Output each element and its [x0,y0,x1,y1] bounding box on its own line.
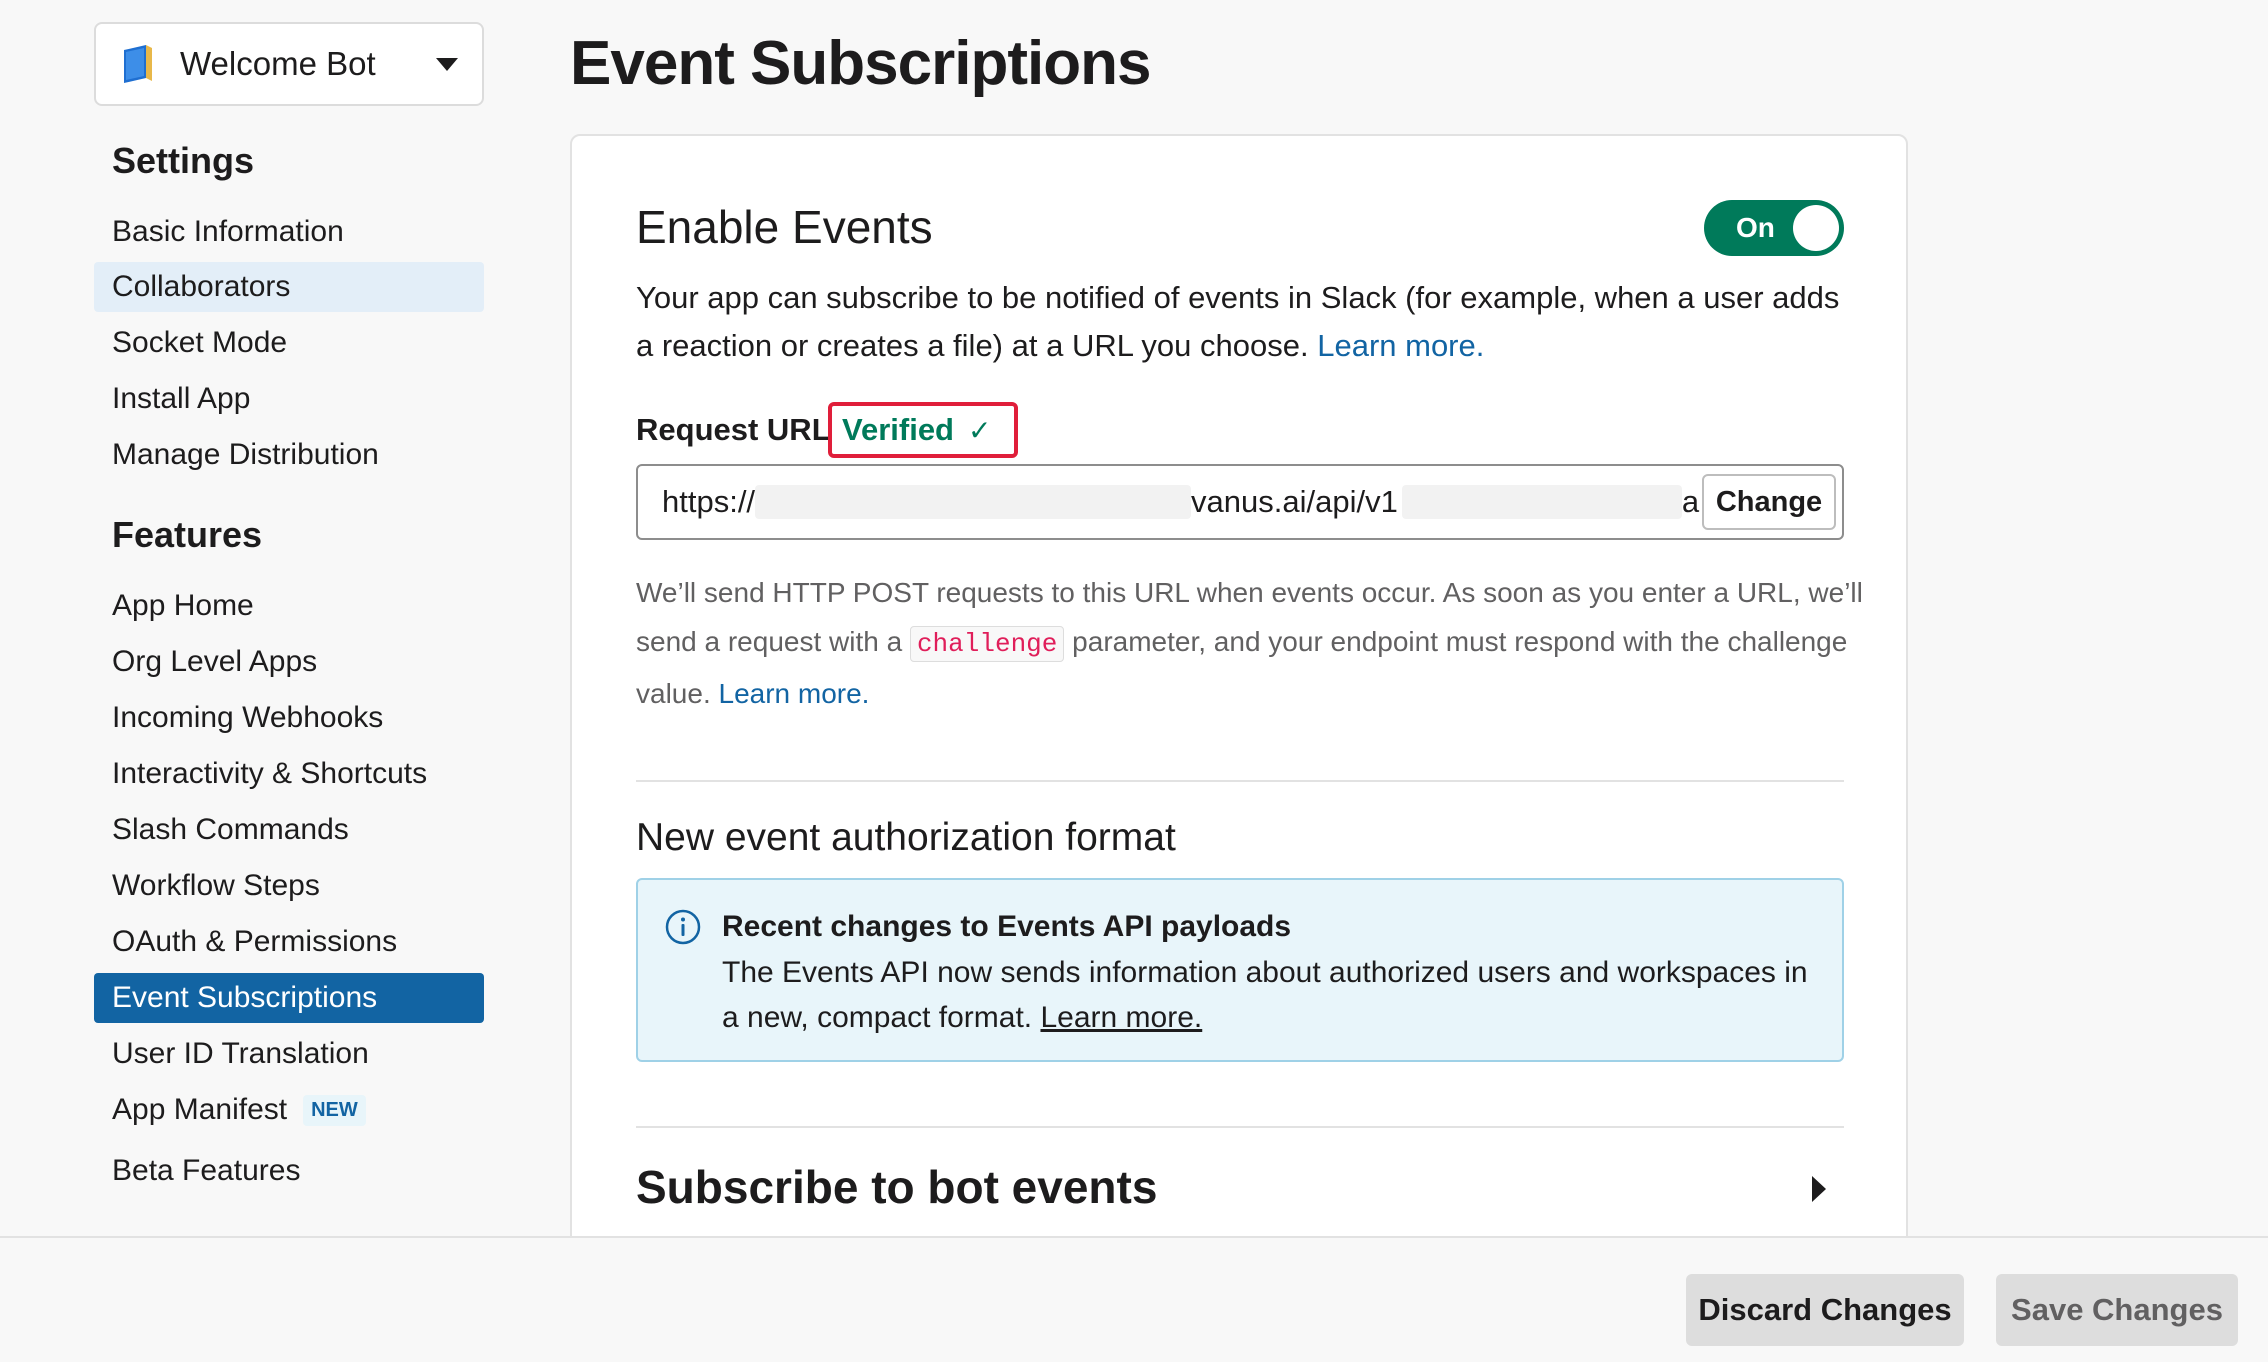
app-name: Welcome Bot [180,45,376,82]
features-heading: Features [112,514,263,555]
verified-status: Verified ✓ [828,402,1018,458]
enable-events-toggle[interactable]: On [1704,200,1844,256]
sidebar-item-beta-features[interactable]: Beta Features [94,1146,484,1196]
info-title: Recent changes to Events API payloads [722,910,1292,943]
enable-events-description: Your app can subscribe to be notified of… [636,274,1856,370]
footer-bar: Discard Changes Save Changes [0,1236,2268,1362]
info-icon [665,909,701,945]
info-body-text: The Events API now sends information abo… [722,956,1808,1034]
page: Welcome Bot Settings Basic Information C… [0,0,2268,1362]
new-badge: NEW [303,1094,366,1126]
sidebar-item-app-manifest[interactable]: App Manifest NEW [94,1085,484,1135]
change-button[interactable]: Change [1702,474,1836,530]
verified-text: Verified [842,412,954,447]
url-suffix: a [1681,484,1700,519]
url-middle: vanus.ai/api/v1 [1191,484,1398,519]
divider [636,1126,1844,1128]
subscribe-bot-events-title[interactable]: Subscribe to bot events [636,1160,1157,1214]
book-icon [124,45,152,83]
toggle-label: On [1736,212,1775,243]
sidebar-item-app-home[interactable]: App Home [94,581,484,631]
save-changes-button[interactable]: Save Changes [1996,1274,2238,1346]
learn-more-link[interactable]: Learn more. [1317,328,1484,363]
info-body: The Events API now sends information abo… [722,950,1822,1040]
request-url-input[interactable]: https:// vanus.ai/api/v1 a Change [636,464,1844,540]
discard-changes-button[interactable]: Discard Changes [1686,1274,1964,1346]
sidebar-item-install-app[interactable]: Install App [94,374,484,424]
request-url-help: We’ll send HTTP POST requests to this UR… [636,568,1866,718]
sidebar-item-basic-information[interactable]: Basic Information [94,207,484,257]
page-title: Event Subscriptions [570,29,1151,98]
chevron-down-icon [436,57,458,71]
sidebar-item-user-id-translation[interactable]: User ID Translation [94,1029,484,1079]
divider [636,780,1844,782]
sidebar-item-manage-distribution[interactable]: Manage Distribution [94,430,484,480]
url-prefix: https:// [662,484,756,519]
auth-format-title: New event authorization format [636,816,1176,859]
sidebar-item-workflow-steps[interactable]: Workflow Steps [94,861,484,911]
enable-events-title: Enable Events [636,201,933,253]
request-url-value: https:// vanus.ai/api/v1 a [662,484,1699,520]
learn-more-link[interactable]: Learn more. [719,678,870,709]
app-switcher[interactable]: Welcome Bot [94,22,484,106]
sidebar-item-org-level-apps[interactable]: Org Level Apps [94,637,484,687]
chevron-right-icon[interactable] [1812,1176,1826,1202]
request-url-label: Request URL [636,412,831,447]
sidebar-item-incoming-webhooks[interactable]: Incoming Webhooks [94,693,484,743]
sidebar-item-collaborators[interactable]: Collaborators [94,262,484,312]
description-text: Your app can subscribe to be notified of… [636,280,1840,363]
challenge-code: challenge [909,626,1065,662]
redacted-region [755,485,1192,519]
sidebar: Welcome Bot Settings Basic Information C… [0,0,520,1362]
sidebar-item-label: App Manifest [112,1093,288,1126]
sidebar-item-slash-commands[interactable]: Slash Commands [94,805,484,855]
sidebar-item-interactivity-shortcuts[interactable]: Interactivity & Shortcuts [94,749,484,799]
redacted-region [1401,485,1682,519]
sidebar-item-event-subscriptions[interactable]: Event Subscriptions [94,973,484,1023]
sidebar-item-socket-mode[interactable]: Socket Mode [94,318,484,368]
settings-heading: Settings [112,140,255,181]
learn-more-link[interactable]: Learn more. [1040,1001,1202,1034]
info-banner: Recent changes to Events API payloads Th… [636,878,1844,1062]
toggle-knob [1793,205,1839,251]
settings-card: Enable Events On Your app can subscribe … [570,134,1908,1362]
sidebar-item-oauth-permissions[interactable]: OAuth & Permissions [94,917,484,967]
checkmark-icon: ✓ [968,414,992,446]
